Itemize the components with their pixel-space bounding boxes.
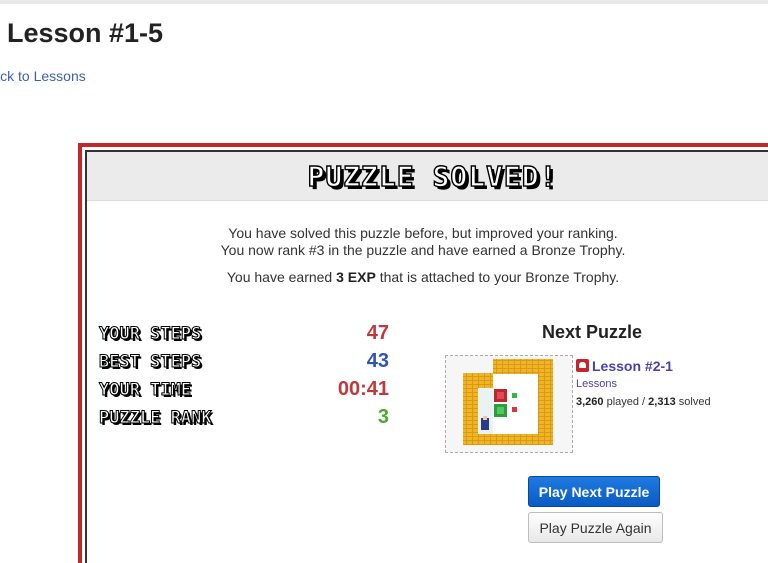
- message-line-2: You now rank #3 in the puzzle and have e…: [220, 242, 626, 258]
- played-count: 3,260: [576, 396, 604, 408]
- top-bar: [0, 0, 768, 4]
- stat-label: BEST STEPS: [98, 352, 202, 373]
- exp-message: You have earned 3 EXP that is attached t…: [87, 269, 759, 286]
- stat-row-best-steps: BEST STEPS 43: [98, 350, 389, 378]
- dialog-banner: PUZZLE SOLVED!: [87, 152, 768, 201]
- back-link-label: Back to Lessons: [0, 68, 86, 84]
- back-to-lessons-link[interactable]: Back to Lessons: [0, 68, 200, 84]
- play-next-puzzle-button[interactable]: Play Next Puzzle: [528, 476, 660, 507]
- page-title: Lesson #1-5: [7, 18, 164, 48]
- lesson-badge-icon: [576, 359, 589, 373]
- next-puzzle-card: Lesson #2-1 Lessons 3,260 played / 2,313…: [576, 357, 768, 408]
- solved-count: 2,313: [648, 396, 676, 408]
- stat-label: YOUR STEPS: [98, 324, 202, 345]
- played-label: played /: [603, 396, 649, 408]
- stat-row-your-time: YOUR TIME 00:41: [98, 378, 389, 406]
- lesson-category-link[interactable]: Lessons: [576, 378, 768, 390]
- next-lesson-link[interactable]: Lesson #2-1: [592, 358, 673, 374]
- result-message: You have solved this puzzle before, but …: [87, 225, 759, 259]
- lesson-stats: 3,260 played / 2,313 solved: [576, 396, 768, 408]
- exp-suffix: that is attached to your Bronze Trophy.: [375, 269, 620, 285]
- stat-value: 43: [366, 350, 389, 372]
- puzzle-solved-dialog: PUZZLE SOLVED! You have solved this puzz…: [78, 143, 768, 563]
- banner-title: PUZZLE SOLVED!: [307, 159, 558, 193]
- next-puzzle-heading: Next Puzzle: [541, 322, 643, 342]
- dialog-inner: PUZZLE SOLVED! You have solved this puzz…: [85, 150, 768, 563]
- exp-prefix: You have earned: [226, 269, 337, 285]
- play-puzzle-again-button[interactable]: Play Puzzle Again: [528, 512, 663, 543]
- stat-row-your-steps: YOUR STEPS 47: [98, 322, 389, 350]
- next-puzzle-thumbnail[interactable]: [445, 355, 573, 453]
- message-line-1: You have solved this puzzle before, but …: [228, 225, 618, 241]
- solved-label: solved: [675, 396, 711, 408]
- stat-value: 47: [366, 322, 389, 344]
- stat-label: PUZZLE RANK: [99, 408, 213, 429]
- stat-row-puzzle-rank: PUZZLE RANK 3: [99, 406, 389, 434]
- stat-value: 3: [377, 406, 389, 428]
- stats-panel: YOUR STEPS 47 BEST STEPS 43 YOUR TIME 00…: [98, 322, 389, 434]
- stat-label: YOUR TIME: [98, 380, 192, 401]
- exp-value: 3 EXP: [336, 269, 376, 285]
- stat-value: 00:41: [337, 378, 389, 400]
- puzzle-thumbnail-icon: [463, 359, 553, 445]
